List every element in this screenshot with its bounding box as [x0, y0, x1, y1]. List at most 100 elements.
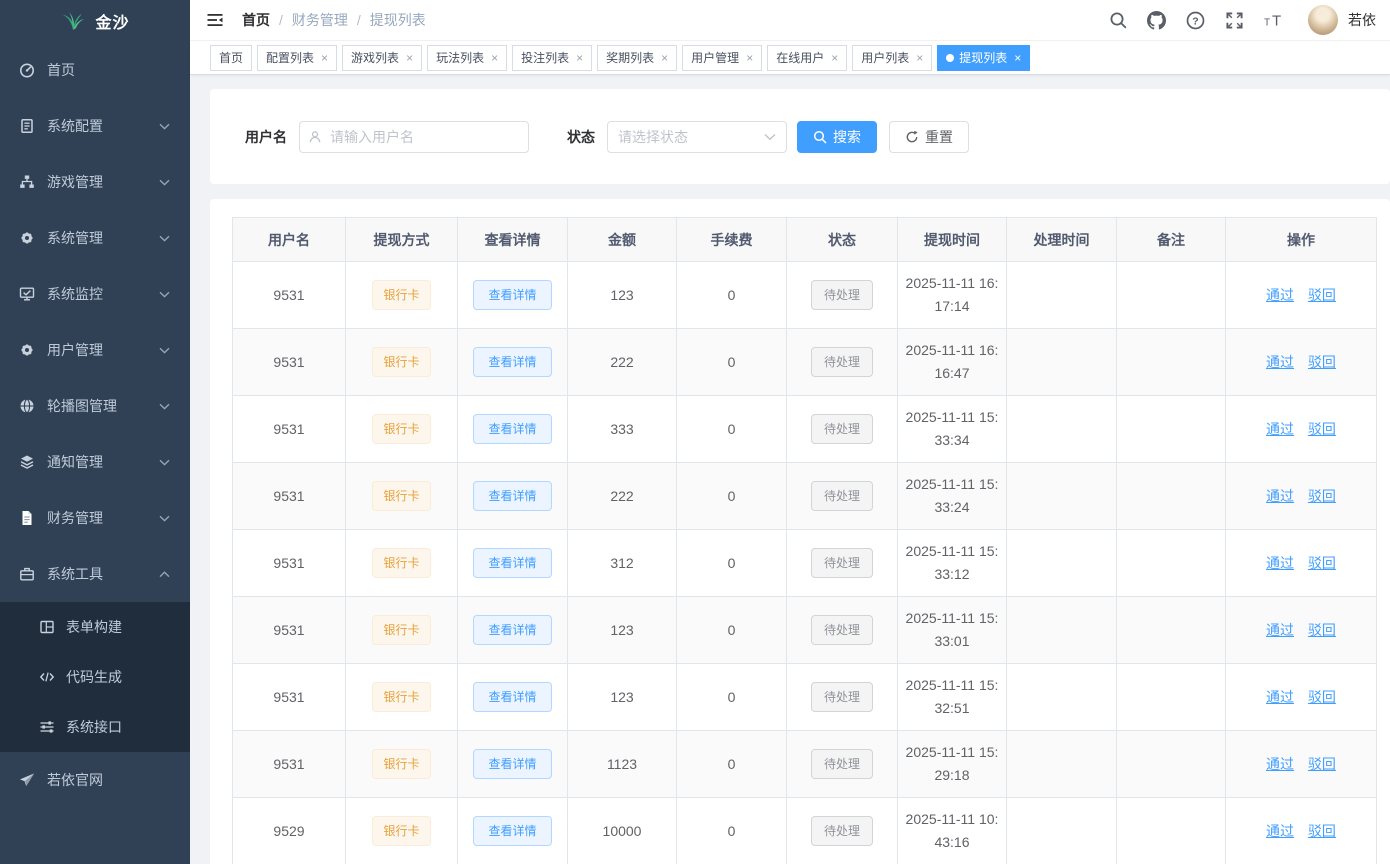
refresh-icon [905, 130, 919, 144]
approve-link[interactable]: 通过 [1266, 354, 1294, 370]
cell-process-time [1007, 262, 1117, 329]
table-row: 9531 银行卡 查看详情 123 0 待处理 2025-11-11 16:17… [233, 262, 1377, 329]
sidebar-item-ruoyi-site[interactable]: 若依官网 [0, 752, 190, 808]
sidebar-item-system-mgmt[interactable]: 系统管理 [0, 210, 190, 266]
chevron-up-icon [159, 571, 170, 578]
reject-link[interactable]: 驳回 [1308, 354, 1336, 370]
tab-user-list[interactable]: 用户列表× [852, 45, 932, 71]
close-icon[interactable]: × [661, 52, 668, 64]
view-detail-button[interactable]: 查看详情 [473, 682, 551, 712]
approve-link[interactable]: 通过 [1266, 488, 1294, 504]
username-input[interactable] [299, 121, 529, 153]
close-icon[interactable]: × [406, 52, 413, 64]
close-icon[interactable]: × [831, 52, 838, 64]
sidebar-item-user-mgmt[interactable]: 用户管理 [0, 322, 190, 378]
cell-withdraw-time: 2025-11-11 15:33:24 [898, 463, 1007, 530]
user-avatar[interactable] [1308, 5, 1338, 35]
brand-logo[interactable]: 金沙 [0, 0, 190, 42]
system-tools-submenu: 表单构建 代码生成 系统接口 [0, 602, 190, 752]
reject-link[interactable]: 驳回 [1308, 555, 1336, 571]
sidebar-item-system-monitor[interactable]: 系统监控 [0, 266, 190, 322]
reject-link[interactable]: 驳回 [1308, 622, 1336, 638]
sidebar-item-home[interactable]: 首页 [0, 42, 190, 98]
table-row: 9531 银行卡 查看详情 312 0 待处理 2025-11-11 15:33… [233, 530, 1377, 597]
view-detail-button[interactable]: 查看详情 [473, 749, 551, 779]
sidebar-item-system-config[interactable]: 系统配置 [0, 98, 190, 154]
col-fee: 手续费 [677, 218, 787, 262]
github-icon[interactable] [1147, 11, 1166, 30]
breadcrumb-home[interactable]: 首页 [242, 10, 270, 30]
tab-config-list[interactable]: 配置列表× [257, 45, 337, 71]
view-detail-button[interactable]: 查看详情 [473, 414, 551, 444]
status-badge: 待处理 [811, 414, 873, 444]
breadcrumb-finance[interactable]: 财务管理 [292, 10, 348, 30]
cell-withdraw-time: 2025-11-11 15:32:51 [898, 664, 1007, 731]
close-icon[interactable]: × [576, 52, 583, 64]
sidebar-item-form-builder[interactable]: 表单构建 [0, 602, 190, 652]
view-detail-button[interactable]: 查看详情 [473, 548, 551, 578]
approve-link[interactable]: 通过 [1266, 421, 1294, 437]
reject-link[interactable]: 驳回 [1308, 421, 1336, 437]
view-detail-button[interactable]: 查看详情 [473, 481, 551, 511]
sidebar-item-code-gen[interactable]: 代码生成 [0, 652, 190, 702]
approve-link[interactable]: 通过 [1266, 622, 1294, 638]
user-name[interactable]: 若依 [1348, 10, 1376, 30]
cell-amount: 1123 [568, 731, 677, 798]
tab-bet-list[interactable]: 投注列表× [512, 45, 592, 71]
status-select-placeholder: 请选择状态 [618, 127, 688, 147]
sidebar-item-system-api[interactable]: 系统接口 [0, 702, 190, 752]
status-select[interactable]: 请选择状态 [607, 121, 787, 153]
tab-online-users[interactable]: 在线用户× [767, 45, 847, 71]
cell-amount: 333 [568, 396, 677, 463]
sidebar-item-carousel-mgmt[interactable]: 轮播图管理 [0, 378, 190, 434]
status-badge: 待处理 [811, 481, 873, 511]
sidebar-item-game-mgmt[interactable]: 游戏管理 [0, 154, 190, 210]
withdraw-method-tag: 银行卡 [372, 481, 430, 511]
tab-play-list[interactable]: 玩法列表× [427, 45, 507, 71]
reject-link[interactable]: 驳回 [1308, 287, 1336, 303]
sidebar-item-notice-mgmt[interactable]: 通知管理 [0, 434, 190, 490]
chevron-down-icon [764, 133, 776, 141]
table-header-row: 用户名 提现方式 查看详情 金额 手续费 状态 提现时间 处理时间 备注 操作 [233, 218, 1377, 262]
approve-link[interactable]: 通过 [1266, 756, 1294, 772]
search-icon[interactable] [1109, 11, 1127, 29]
approve-link[interactable]: 通过 [1266, 287, 1294, 303]
tab-withdraw-list[interactable]: 提现列表× [937, 45, 1030, 71]
cell-amount: 312 [568, 530, 677, 597]
sidebar-item-finance-mgmt[interactable]: 财务管理 [0, 490, 190, 546]
approve-link[interactable]: 通过 [1266, 689, 1294, 705]
tab-home[interactable]: 首页 [210, 45, 252, 71]
font-size-icon[interactable]: TT [1264, 11, 1286, 29]
reset-button[interactable]: 重置 [889, 121, 969, 153]
reject-link[interactable]: 驳回 [1308, 488, 1336, 504]
close-icon[interactable]: × [746, 52, 753, 64]
cell-remark [1117, 329, 1226, 396]
toolbox-icon [19, 566, 35, 582]
close-icon[interactable]: × [916, 52, 923, 64]
help-icon[interactable]: ? [1186, 11, 1205, 30]
approve-link[interactable]: 通过 [1266, 823, 1294, 839]
table-row: 9531 银行卡 查看详情 333 0 待处理 2025-11-11 15:33… [233, 396, 1377, 463]
cell-username: 9531 [233, 262, 346, 329]
close-icon[interactable]: × [491, 52, 498, 64]
sidebar-toggle-icon[interactable] [205, 10, 225, 30]
reject-link[interactable]: 驳回 [1308, 689, 1336, 705]
view-detail-button[interactable]: 查看详情 [473, 347, 551, 377]
fullscreen-icon[interactable] [1225, 11, 1244, 30]
view-detail-button[interactable]: 查看详情 [473, 280, 551, 310]
person-icon [308, 130, 322, 144]
close-icon[interactable]: × [1014, 52, 1021, 64]
tab-game-list[interactable]: 游戏列表× [342, 45, 422, 71]
tab-period-list[interactable]: 奖期列表× [597, 45, 677, 71]
status-badge: 待处理 [811, 548, 873, 578]
tab-user-mgmt[interactable]: 用户管理× [682, 45, 762, 71]
sidebar-item-system-tools[interactable]: 系统工具 [0, 546, 190, 602]
search-button[interactable]: 搜索 [797, 121, 877, 153]
dashboard-icon [19, 62, 35, 78]
close-icon[interactable]: × [321, 52, 328, 64]
view-detail-button[interactable]: 查看详情 [473, 816, 551, 846]
approve-link[interactable]: 通过 [1266, 555, 1294, 571]
reject-link[interactable]: 驳回 [1308, 756, 1336, 772]
view-detail-button[interactable]: 查看详情 [473, 615, 551, 645]
reject-link[interactable]: 驳回 [1308, 823, 1336, 839]
